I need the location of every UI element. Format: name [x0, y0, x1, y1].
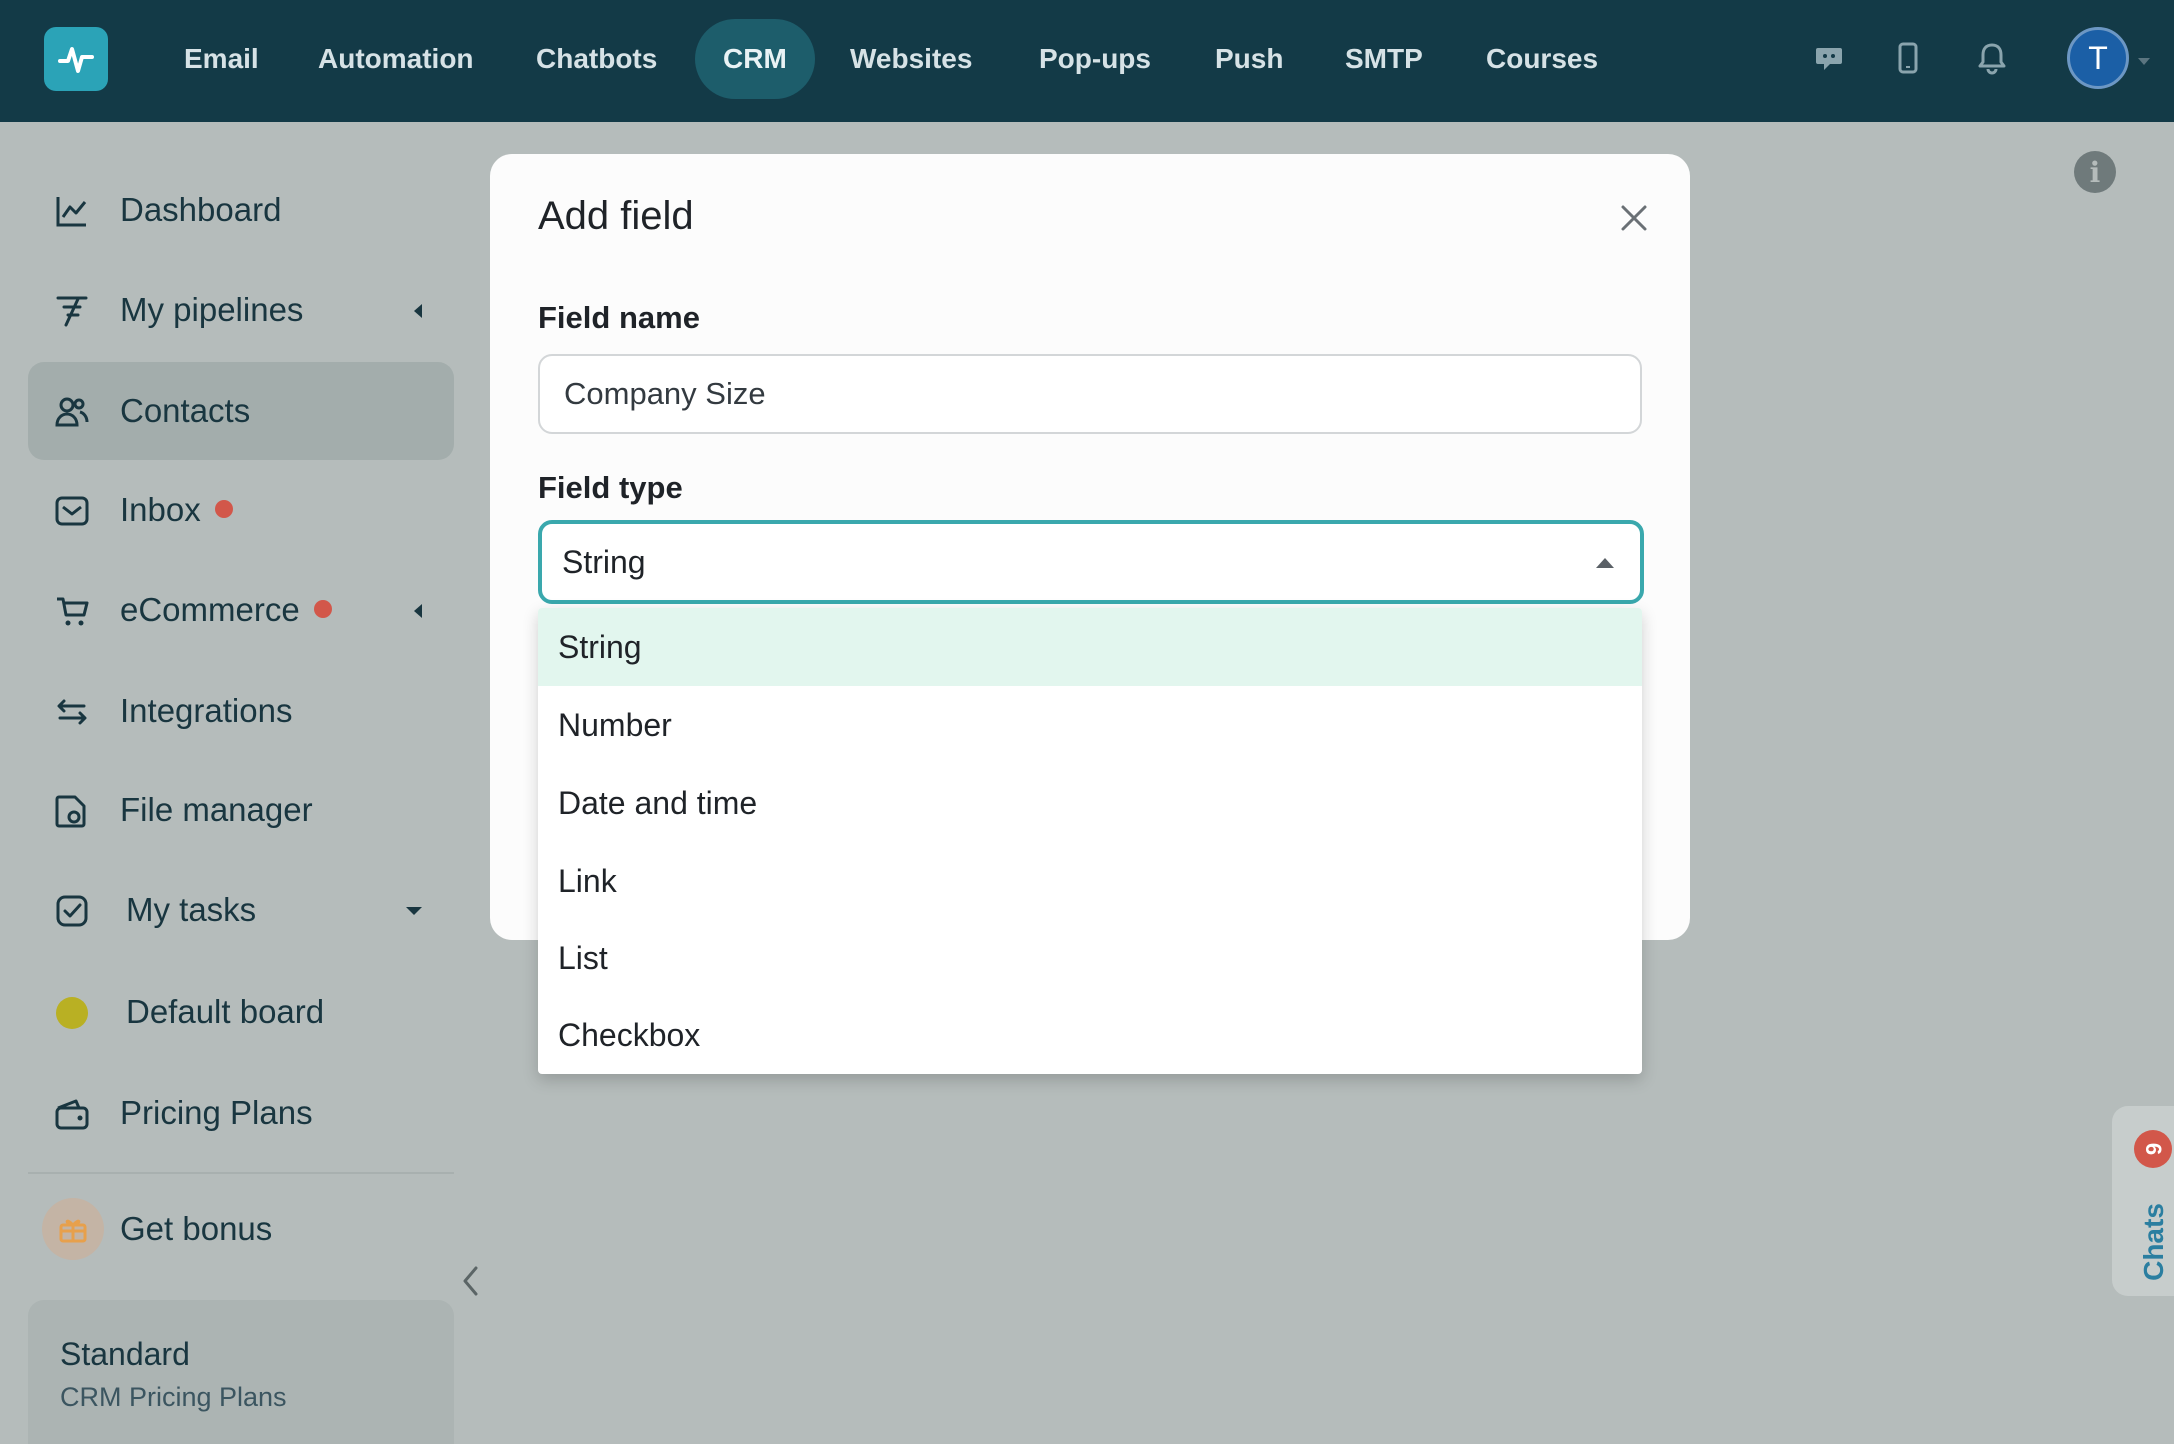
notification-dot — [214, 500, 233, 519]
option-number[interactable]: Number — [538, 686, 1642, 764]
pricing-plan-card[interactable]: Standard CRM Pricing Plans — [28, 1300, 454, 1444]
users-icon — [54, 394, 90, 430]
gift-icon — [42, 1198, 104, 1260]
field-name-label: Field name — [538, 300, 700, 335]
modal-title: Add field — [538, 194, 694, 238]
nav-smtp[interactable]: SMTP — [1317, 19, 1451, 99]
chats-count-badge: 6 — [2134, 1130, 2172, 1168]
caret-up-icon[interactable] — [1596, 558, 1614, 568]
sidebar-item-label: Pricing Plans — [120, 1094, 313, 1131]
option-list[interactable]: List — [538, 919, 1642, 997]
plan-title: Standard — [60, 1336, 190, 1372]
user-avatar[interactable]: T — [2067, 27, 2129, 89]
option-checkbox[interactable]: Checkbox — [538, 996, 1642, 1074]
mobile-icon[interactable] — [1886, 36, 1930, 80]
sidebar-item-ecommerce[interactable]: eCommerce — [28, 561, 454, 659]
field-type-selected-value: String — [562, 544, 646, 580]
chevron-down-icon[interactable] — [2138, 58, 2150, 65]
sidebar-item-label: My pipelines — [120, 291, 304, 328]
nav-automation[interactable]: Automation — [290, 19, 502, 99]
sidebar-item-file-manager[interactable]: File manager — [28, 761, 454, 859]
nav-push[interactable]: Push — [1187, 19, 1311, 99]
cart-icon — [54, 593, 90, 629]
option-link[interactable]: Link — [538, 842, 1642, 920]
chevron-left-icon[interactable] — [460, 1264, 482, 1298]
field-name-input[interactable] — [538, 354, 1642, 434]
sidebar-item-label: File manager — [120, 791, 313, 828]
sidebar-item-label: Inbox — [120, 491, 233, 529]
sidebar-item-label: Contacts — [120, 392, 251, 429]
sidebar-item-label: Integrations — [120, 692, 293, 729]
sidebar-item-my-pipelines[interactable]: My pipelines — [28, 261, 454, 359]
nav-chatbots[interactable]: Chatbots — [508, 19, 685, 99]
sidebar-item-inbox[interactable]: Inbox — [28, 461, 454, 559]
sidebar-divider — [28, 1172, 454, 1174]
top-navigation-bar: Email Automation Chatbots CRM Websites P… — [0, 0, 2174, 122]
chat-icon[interactable] — [1807, 36, 1851, 80]
sidebar-item-label: My tasks — [126, 891, 257, 928]
check-square-icon — [54, 893, 90, 929]
field-type-dropdown: String Number Date and time Link List Ch… — [538, 608, 1642, 1074]
info-icon[interactable]: i — [2074, 151, 2116, 193]
option-string[interactable]: String — [538, 608, 1642, 686]
nav-courses[interactable]: Courses — [1458, 19, 1626, 99]
sidebar-item-label: Get bonus — [120, 1210, 273, 1247]
notification-dot — [313, 600, 332, 619]
folder-icon — [54, 793, 90, 829]
sidebar-item-contacts[interactable]: Contacts — [28, 362, 454, 460]
sidebar-item-default-board[interactable]: Default board — [28, 963, 454, 1061]
nav-email[interactable]: Email — [156, 19, 287, 99]
sidebar-item-my-tasks[interactable]: My tasks — [28, 861, 454, 959]
sidebar-item-integrations[interactable]: Integrations — [28, 662, 454, 760]
sidebar-item-label: Dashboard — [120, 191, 282, 228]
logo-icon[interactable] — [44, 27, 108, 91]
pipeline-icon — [54, 293, 90, 329]
chart-line-icon — [54, 193, 90, 229]
inbox-icon — [54, 493, 90, 529]
sidebar-item-label: Default board — [126, 993, 325, 1030]
field-type-label: Field type — [538, 470, 683, 505]
wallet-icon — [54, 1096, 90, 1132]
nav-crm[interactable]: CRM — [695, 19, 815, 99]
plan-subtitle: CRM Pricing Plans — [60, 1382, 287, 1412]
arrows-exchange-icon — [54, 694, 90, 730]
sidebar-item-dashboard[interactable]: Dashboard — [28, 161, 454, 259]
bell-icon[interactable] — [1970, 36, 2014, 80]
sidebar-item-pricing-plans[interactable]: Pricing Plans — [28, 1064, 454, 1162]
chats-label: Chats — [2138, 1203, 2169, 1281]
close-icon[interactable] — [1614, 198, 1654, 238]
chats-tab[interactable]: 6 Chats — [2112, 1106, 2174, 1296]
yellow-dot-icon — [54, 995, 90, 1031]
sidebar-item-label: eCommerce — [120, 591, 332, 629]
caret-left-icon[interactable] — [414, 304, 422, 318]
caret-left-icon[interactable] — [414, 604, 422, 618]
option-date-and-time[interactable]: Date and time — [538, 764, 1642, 842]
nav-popups[interactable]: Pop-ups — [1011, 19, 1179, 99]
nav-websites[interactable]: Websites — [822, 19, 1000, 99]
caret-down-icon[interactable] — [406, 907, 422, 915]
field-type-select[interactable]: String — [538, 520, 1644, 604]
